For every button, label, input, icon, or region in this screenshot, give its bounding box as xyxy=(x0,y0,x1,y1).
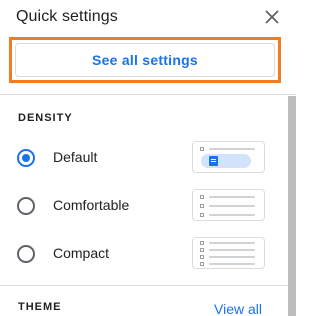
radio-default[interactable] xyxy=(17,149,35,167)
close-button[interactable] xyxy=(260,5,284,29)
density-option-label: Compact xyxy=(53,245,110,261)
radio-compact[interactable] xyxy=(17,245,35,263)
density-option-label: Comfortable xyxy=(53,197,130,213)
panel-title: Quick settings xyxy=(16,8,118,25)
see-all-settings-highlight: See all settings xyxy=(9,37,281,83)
header-divider xyxy=(0,94,296,95)
scrollbar[interactable] xyxy=(288,96,296,316)
theme-section-label: THEME xyxy=(18,301,62,313)
radio-comfortable[interactable] xyxy=(17,197,35,215)
density-option-label: Default xyxy=(53,149,98,165)
close-icon xyxy=(265,10,279,24)
document-icon xyxy=(209,156,218,166)
see-all-settings-button[interactable]: See all settings xyxy=(15,43,275,77)
view-all-themes-link[interactable]: View all xyxy=(214,301,262,316)
density-preview-comfortable[interactable] xyxy=(192,189,265,221)
density-preview-default[interactable] xyxy=(192,141,265,173)
density-preview-compact[interactable] xyxy=(192,237,265,269)
quick-settings-header: Quick settings xyxy=(0,0,296,36)
density-section-label: DENSITY xyxy=(18,112,73,124)
section-divider xyxy=(0,285,288,286)
